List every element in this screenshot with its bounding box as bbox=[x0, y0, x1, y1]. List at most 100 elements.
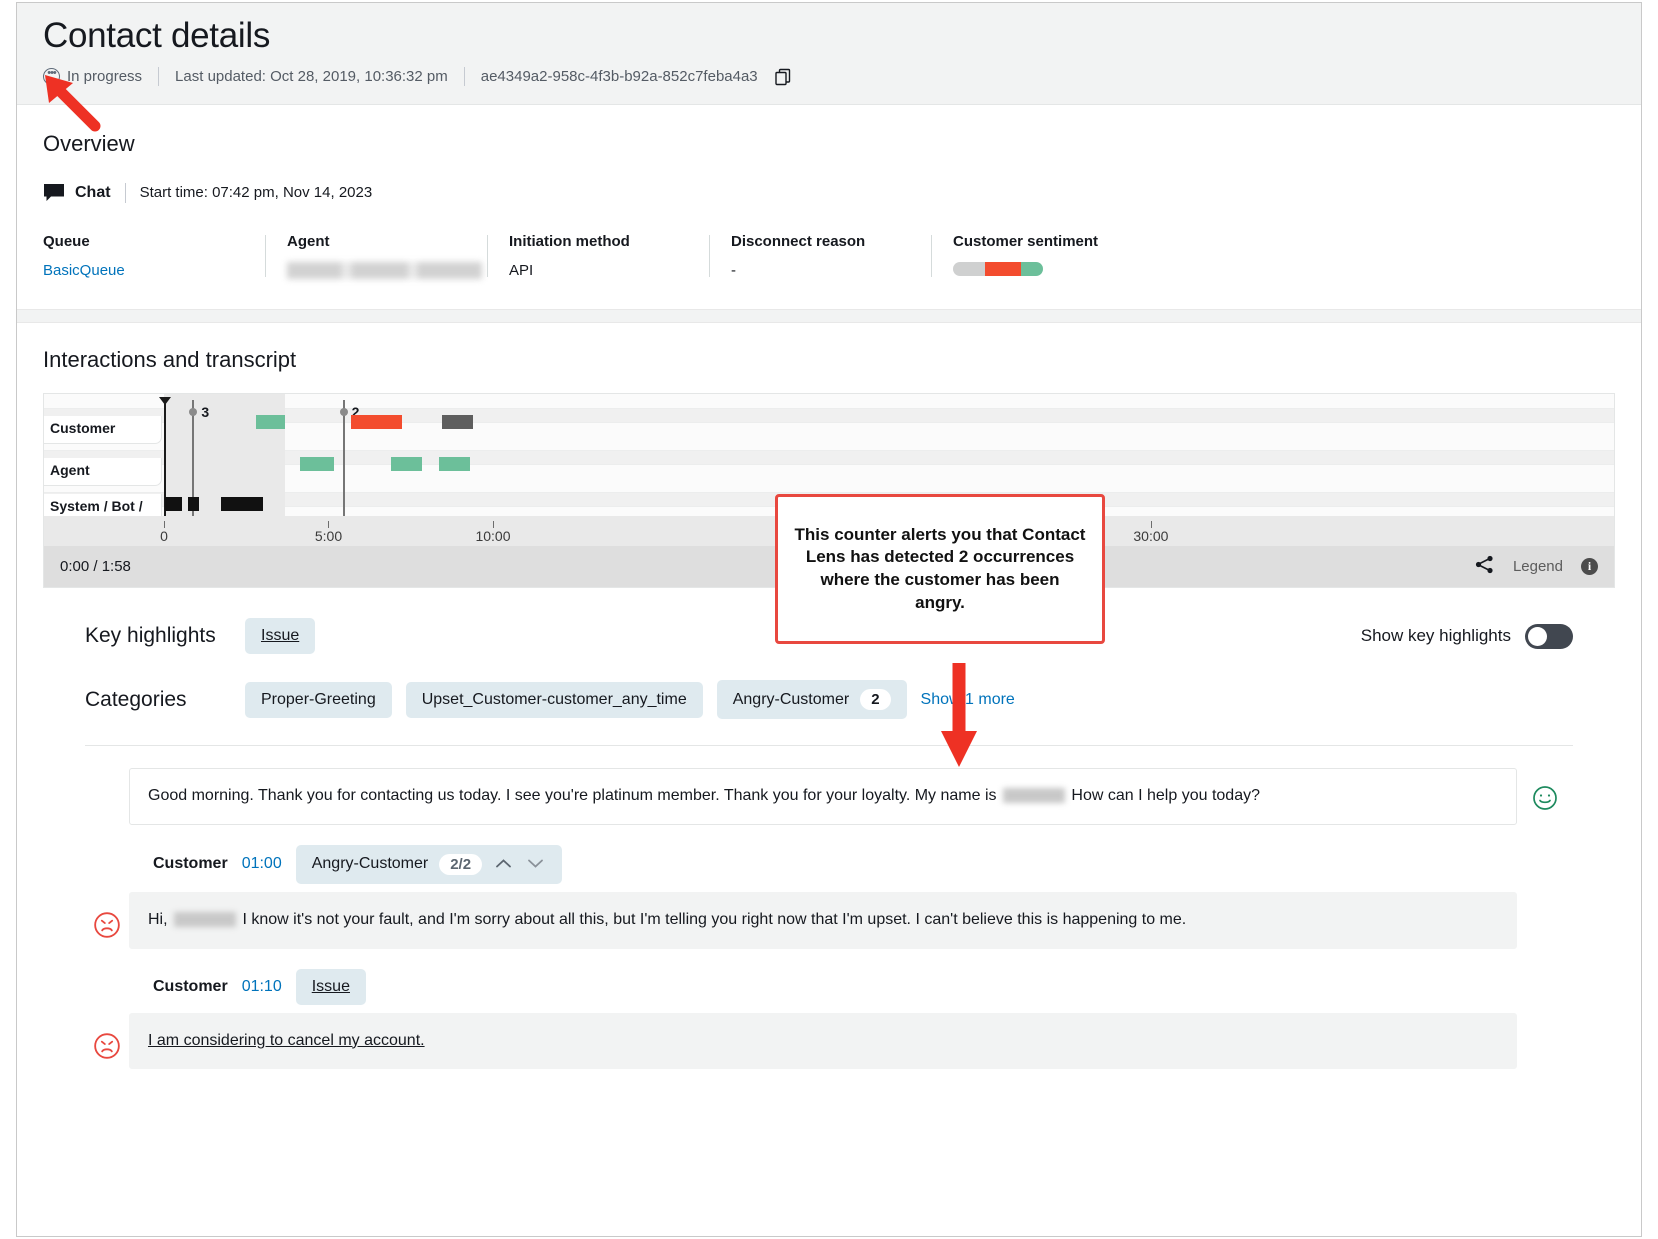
face-wrap bbox=[85, 1013, 129, 1065]
attribute-value: API bbox=[509, 262, 687, 279]
timeline-block-neutral[interactable] bbox=[442, 415, 473, 429]
transcript-entry-agent-greeting: Good morning. Thank you for contacting u… bbox=[85, 768, 1573, 825]
channel-row: Chat Start time: 07:42 pm, Nov 14, 2023 bbox=[43, 183, 1615, 203]
timeline-block-system[interactable] bbox=[221, 497, 264, 511]
chip-upset-customer[interactable]: Upset_Customer-customer_any_time bbox=[406, 682, 703, 718]
annotation-callout-text: This counter alerts you that Contact Len… bbox=[794, 524, 1086, 614]
attribute-label: Queue bbox=[43, 233, 243, 250]
attribute-value: - bbox=[731, 262, 909, 279]
attribute-queue: Queue BasicQueue bbox=[43, 233, 265, 280]
chip-label: Angry-Customer bbox=[733, 691, 849, 709]
info-icon[interactable]: i bbox=[1581, 558, 1598, 575]
show-key-highlights-toggle[interactable] bbox=[1525, 624, 1573, 649]
overview-card: Overview Chat Start time: 07:42 pm, Nov … bbox=[17, 105, 1641, 310]
chevron-up-icon[interactable] bbox=[493, 856, 514, 873]
chip-label: Angry-Customer bbox=[312, 855, 428, 873]
occurrence-counter-badge: 2/2 bbox=[439, 854, 482, 875]
toggle-knob bbox=[1528, 627, 1547, 646]
chip-label: Issue bbox=[312, 978, 350, 996]
transcript-speaker-header-1: Customer 01:00 Angry-Customer 2/2 bbox=[153, 845, 1573, 884]
speaker-timestamp[interactable]: 01:00 bbox=[242, 855, 282, 873]
categories-row: Categories Proper-Greeting Upset_Custome… bbox=[85, 680, 1573, 719]
timeline-block-system[interactable] bbox=[165, 497, 182, 511]
timeline-block-negative[interactable] bbox=[351, 415, 368, 429]
speaker-timestamp[interactable]: 01:10 bbox=[242, 978, 282, 996]
chevron-down-icon[interactable] bbox=[525, 856, 546, 873]
annotation-arrow-down bbox=[937, 663, 981, 773]
page-title: Contact details bbox=[43, 17, 1615, 56]
face-wrap bbox=[85, 892, 129, 944]
chip-angry-customer[interactable]: Angry-Customer 2 bbox=[717, 680, 907, 719]
transcript-entry-customer-1: Hi, I know it's not your fault, and I'm … bbox=[85, 892, 1573, 949]
sentiment-icon-wrap bbox=[1517, 768, 1573, 816]
player-time: 0:00 / 1:58 bbox=[60, 558, 131, 575]
timeline-block-negative[interactable] bbox=[368, 415, 402, 429]
chip-angry-customer-occurrence[interactable]: Angry-Customer 2/2 bbox=[296, 845, 562, 884]
share-icon[interactable] bbox=[1474, 554, 1495, 579]
attribute-label: Customer sentiment bbox=[953, 233, 1149, 250]
channel-label: Chat bbox=[75, 184, 111, 202]
chip-label: Proper-Greeting bbox=[261, 691, 376, 709]
divider bbox=[125, 183, 126, 203]
transcript-entry-customer-2: I am considering to cancel my account. bbox=[85, 1013, 1573, 1070]
queue-link[interactable]: BasicQueue bbox=[43, 262, 243, 279]
attribute-label: Initiation method bbox=[509, 233, 687, 250]
contact-details-page: Contact details ••• In progress Last upd… bbox=[16, 2, 1642, 1237]
timeline-axis-tick bbox=[328, 521, 329, 528]
chip-proper-greeting[interactable]: Proper-Greeting bbox=[245, 682, 392, 718]
redacted-name bbox=[1003, 788, 1065, 803]
chip-issue-occurrence[interactable]: Issue bbox=[296, 969, 366, 1005]
redacted-name bbox=[174, 912, 236, 927]
transcript-list: Good morning. Thank you for contacting u… bbox=[43, 746, 1615, 1069]
categories-label: Categories bbox=[85, 688, 245, 712]
sentiment-bar bbox=[953, 262, 1043, 276]
annotation-arrow-up-left bbox=[35, 71, 105, 133]
attribute-agent: Agent bbox=[265, 233, 487, 280]
timeline-block-positive[interactable] bbox=[300, 457, 334, 471]
card-separator bbox=[17, 309, 1641, 323]
chat-icon bbox=[43, 183, 65, 202]
timeline-block-positive[interactable] bbox=[391, 457, 422, 471]
page-header: Contact details ••• In progress Last upd… bbox=[17, 3, 1641, 105]
transcript-speaker-header-2: Customer 01:10 Issue bbox=[153, 969, 1573, 1005]
timeline-block-positive[interactable] bbox=[439, 457, 470, 471]
timeline-axis-tick-label: 0 bbox=[160, 528, 168, 544]
message-text: I am considering to cancel my account. bbox=[148, 1032, 425, 1049]
interactions-card: Interactions and transcript 32CustomerAg… bbox=[17, 323, 1641, 1105]
timeline-marker-line[interactable] bbox=[343, 400, 345, 516]
annotation-callout: This counter alerts you that Contact Len… bbox=[775, 494, 1105, 644]
message-bubble: I am considering to cancel my account. bbox=[129, 1013, 1517, 1070]
overview-title: Overview bbox=[43, 131, 1615, 157]
timeline-lane-label-agent: Agent bbox=[44, 458, 162, 486]
overview-attributes: Queue BasicQueue Agent Initiation method… bbox=[43, 233, 1615, 280]
timeline-lane-label-customer: Customer bbox=[44, 416, 162, 444]
timeline-axis-tick bbox=[493, 521, 494, 528]
message-text-before: Good morning. Thank you for contacting u… bbox=[148, 787, 997, 804]
attribute-label: Disconnect reason bbox=[731, 233, 909, 250]
message-text-before: Hi, bbox=[148, 911, 168, 928]
sentiment-segment-positive bbox=[1021, 262, 1043, 276]
redacted-agent-name bbox=[287, 262, 482, 279]
message-text-after: I know it's not your fault, and I'm sorr… bbox=[242, 911, 1186, 928]
attribute-customer-sentiment: Customer sentiment bbox=[931, 233, 1171, 280]
speaker-name: Customer bbox=[153, 855, 228, 873]
copy-icon[interactable] bbox=[772, 66, 794, 88]
timeline-axis-tick-label: 30:00 bbox=[1133, 528, 1168, 544]
chip-issue[interactable]: Issue bbox=[245, 618, 315, 654]
attribute-disconnect-reason: Disconnect reason - bbox=[709, 233, 931, 280]
timeline-block-system[interactable] bbox=[188, 497, 199, 511]
timeline-marker-dot[interactable] bbox=[340, 408, 348, 416]
interactions-title: Interactions and transcript bbox=[43, 347, 1615, 373]
legend-label[interactable]: Legend bbox=[1513, 558, 1563, 575]
timeline-occurrence-count: 3 bbox=[201, 404, 209, 420]
chip-label: Issue bbox=[261, 627, 299, 645]
message-bubble: Good morning. Thank you for contacting u… bbox=[129, 768, 1517, 825]
last-updated-text: Last updated: Oct 28, 2019, 10:36:32 pm bbox=[175, 68, 448, 85]
chip-label: Upset_Customer-customer_any_time bbox=[422, 691, 687, 709]
start-time-label: Start time: 07:42 pm, Nov 14, 2023 bbox=[140, 184, 373, 201]
smiley-happy-icon bbox=[1532, 785, 1558, 816]
frown-face-icon bbox=[93, 911, 121, 944]
divider bbox=[158, 67, 159, 86]
face-placeholder bbox=[85, 768, 129, 787]
timeline-block-positive[interactable] bbox=[256, 415, 284, 429]
